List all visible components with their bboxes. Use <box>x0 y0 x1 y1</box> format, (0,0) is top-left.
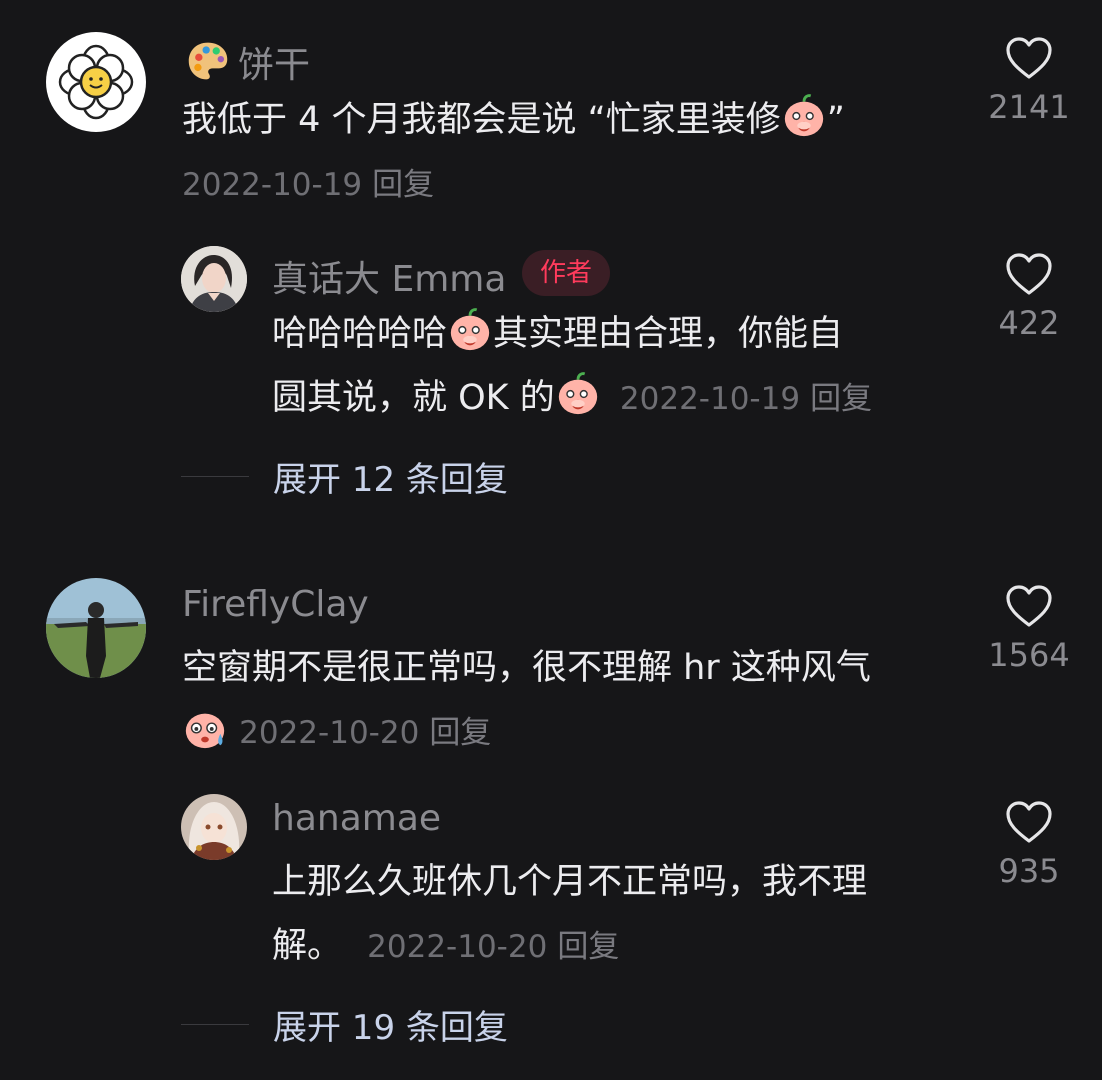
expand-replies-label: 展开 19 条回复 <box>273 1008 508 1048</box>
comment-text: 空窗期不是很正常吗，很不理解 hr 这种风气 <box>182 648 871 688</box>
comment-meta: 2022-10-19 回复 <box>182 152 434 217</box>
comment-meta: 2022-10-20 回复 <box>182 700 491 765</box>
anime-avatar-icon <box>181 794 247 860</box>
heart-outline-icon <box>1005 252 1053 296</box>
avatar[interactable] <box>46 578 146 678</box>
expand-replies-button[interactable]: 展开 19 条回复 <box>181 1000 508 1049</box>
reply-button[interactable]: 回复 <box>557 929 619 965</box>
palette-emoji-icon <box>182 39 234 83</box>
avatar[interactable] <box>181 246 247 312</box>
reply-text: 上那么久班休几个月不正常吗，我不理 <box>272 862 868 902</box>
heart-outline-icon <box>1005 800 1053 844</box>
reply-username[interactable]: hanamae <box>272 798 441 839</box>
reply-date: 2022-10-20 <box>367 929 548 965</box>
reply-username[interactable]: 真话大 Emma <box>272 250 506 302</box>
heart-outline-icon <box>1005 36 1053 80</box>
like-button[interactable]: 935 <box>984 800 1074 890</box>
reply-button[interactable]: 回复 <box>810 381 872 417</box>
like-count: 1564 <box>988 636 1070 674</box>
author-badge: 作者 <box>522 250 611 296</box>
expand-replies-button[interactable]: 展开 12 条回复 <box>181 452 508 501</box>
person-outdoor-avatar-icon <box>46 578 146 678</box>
reply-date: 2022-10-19 <box>619 381 801 417</box>
comment-username[interactable]: FireflyClay <box>182 584 369 625</box>
shy-face-emoji-icon <box>781 93 827 139</box>
comment-text: 我低于 4 个月我都会是说 “忙家里装修” <box>182 88 942 152</box>
avatar[interactable] <box>181 794 247 860</box>
expand-replies-label: 展开 12 条回复 <box>273 460 508 500</box>
avatar[interactable] <box>46 32 146 132</box>
flower-avatar-icon <box>58 44 134 120</box>
like-button[interactable]: 422 <box>984 252 1074 342</box>
comment-username[interactable]: 饼干 <box>182 36 310 88</box>
like-count: 2141 <box>988 88 1070 126</box>
comment-date: 2022-10-20 <box>239 715 420 751</box>
sweat-face-emoji-icon <box>182 705 228 751</box>
reply-text: 哈哈哈哈哈 其实理由合理，你能自 <box>272 302 952 366</box>
divider-line <box>181 476 249 477</box>
like-button[interactable]: 1564 <box>984 584 1074 674</box>
shy-face-emoji-icon <box>447 307 493 353</box>
divider-line <box>181 1024 249 1025</box>
reply-button[interactable]: 回复 <box>429 715 491 751</box>
reply-text-line2: 圆其说，就 OK 的 2022-10-19 回复 <box>272 366 872 431</box>
like-button[interactable]: 2141 <box>984 36 1074 126</box>
heart-outline-icon <box>1005 584 1053 628</box>
shy-face-emoji-icon <box>555 371 601 417</box>
reply-button[interactable]: 回复 <box>372 167 434 203</box>
woman-avatar-icon <box>181 246 247 312</box>
like-count: 935 <box>998 852 1060 890</box>
reply-text-line2: 解。 2022-10-20 回复 <box>272 926 620 966</box>
like-count: 422 <box>998 304 1060 342</box>
comment-date: 2022-10-19 <box>182 167 363 203</box>
